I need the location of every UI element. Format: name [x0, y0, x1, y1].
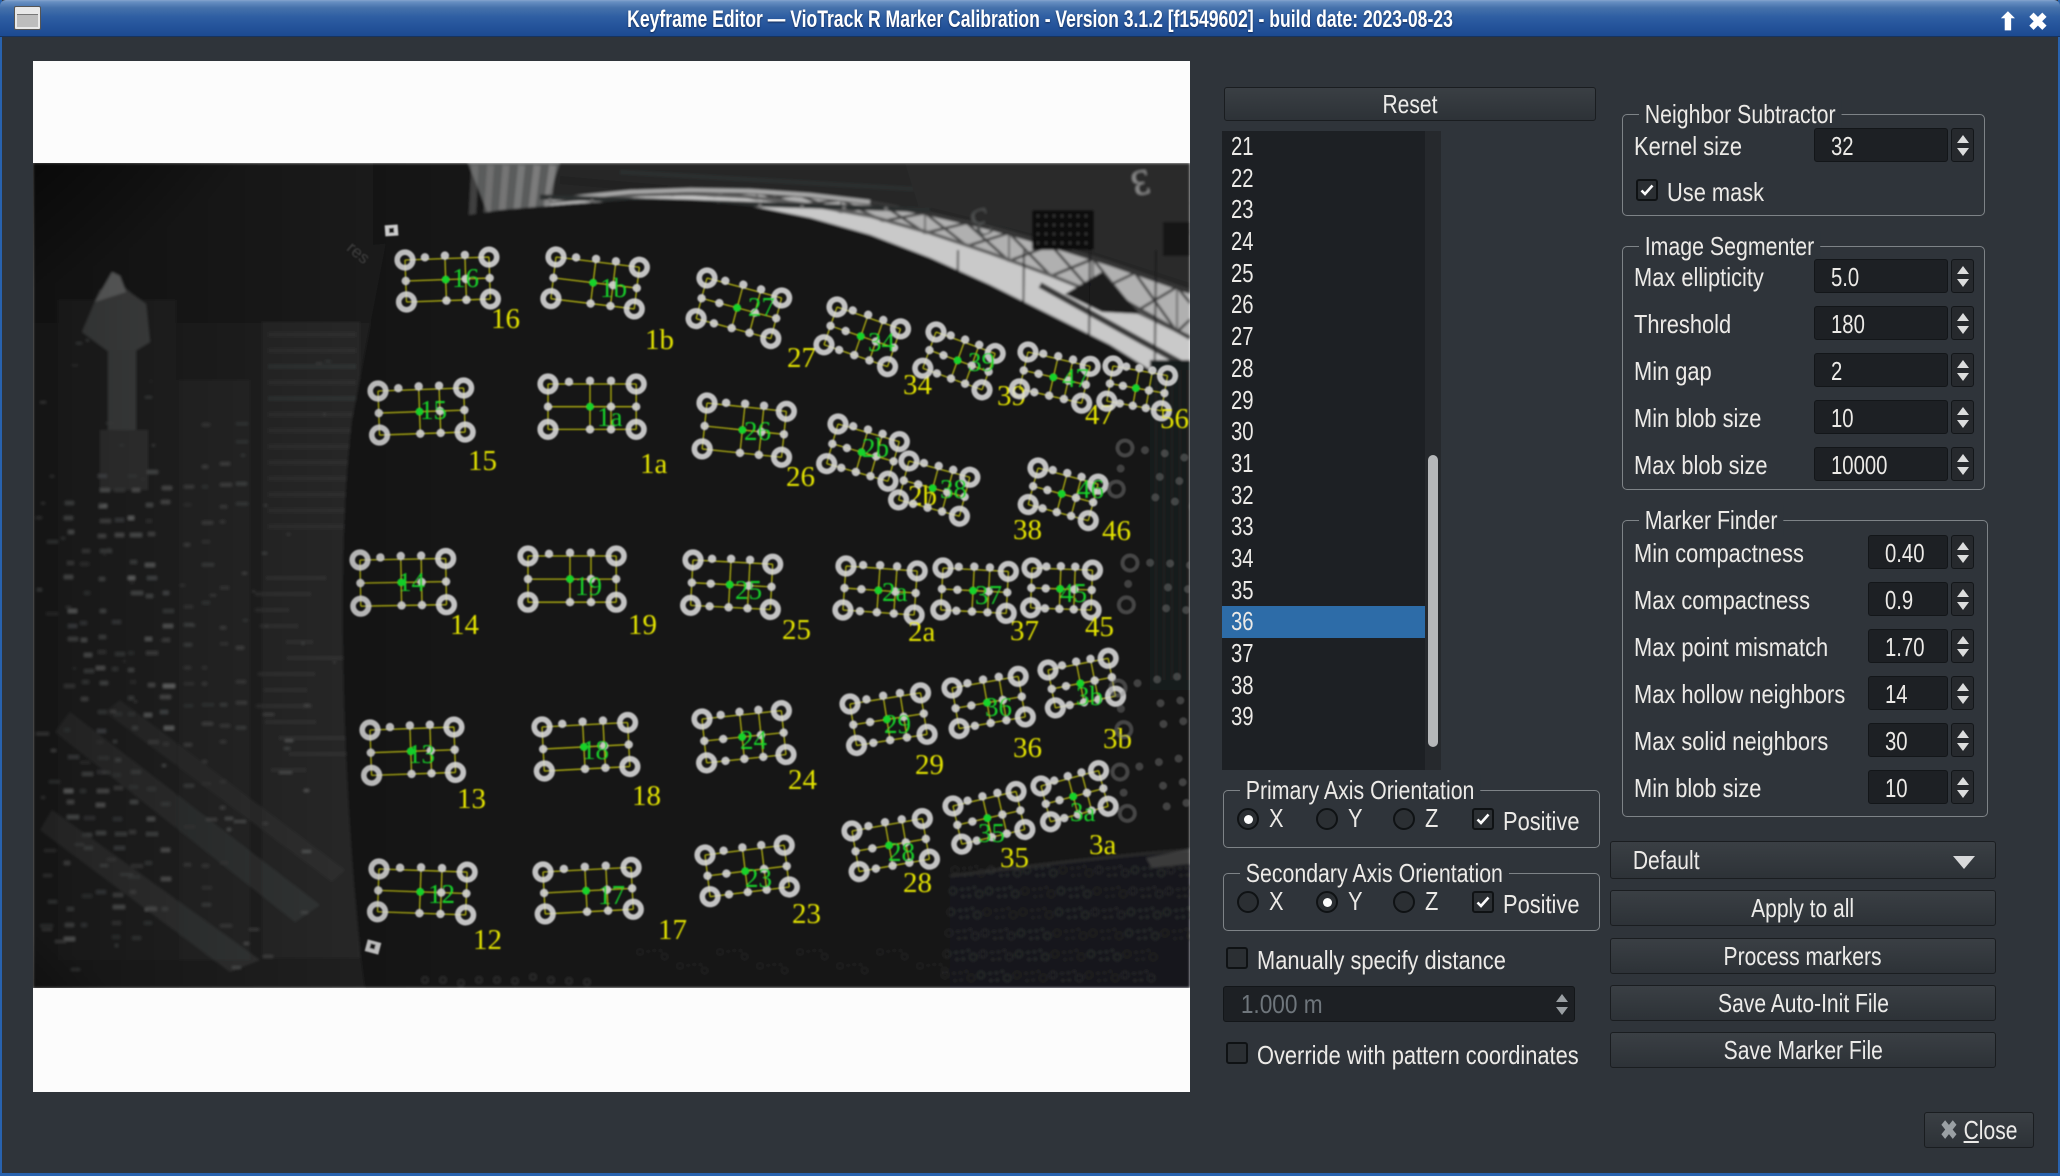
svg-text:28: 28 — [888, 837, 915, 867]
svg-text:23: 23 — [792, 898, 821, 930]
svg-text:34: 34 — [868, 327, 896, 357]
svg-text:24: 24 — [788, 764, 818, 796]
svg-text:28: 28 — [903, 867, 932, 899]
svg-text:24: 24 — [740, 725, 768, 755]
svg-text:27: 27 — [748, 292, 775, 322]
svg-text:26: 26 — [744, 416, 771, 446]
svg-text:37: 37 — [1010, 615, 1039, 647]
svg-text:26: 26 — [786, 461, 815, 493]
svg-text:14: 14 — [450, 609, 480, 641]
svg-text:19: 19 — [628, 609, 657, 641]
svg-text:16: 16 — [491, 303, 520, 335]
svg-text:15: 15 — [468, 445, 497, 477]
svg-text:13: 13 — [457, 783, 486, 815]
svg-text:3b: 3b — [1076, 681, 1103, 711]
svg-text:38: 38 — [940, 474, 967, 504]
svg-text:1b: 1b — [645, 324, 674, 356]
svg-text:36: 36 — [1013, 732, 1042, 764]
svg-text:36: 36 — [985, 692, 1012, 722]
svg-text:18: 18 — [632, 780, 661, 812]
svg-text:1b: 1b — [600, 273, 627, 303]
svg-text:23: 23 — [745, 863, 772, 893]
svg-text:12: 12 — [473, 924, 502, 956]
svg-text:17: 17 — [598, 880, 625, 910]
svg-text:45: 45 — [1060, 578, 1087, 608]
svg-text:17: 17 — [658, 914, 687, 946]
svg-text:46: 46 — [1102, 515, 1131, 547]
svg-text:38: 38 — [1013, 514, 1042, 546]
svg-text:29: 29 — [884, 709, 911, 739]
svg-text:16: 16 — [452, 263, 479, 293]
svg-text:2b: 2b — [862, 433, 889, 463]
svg-text:19: 19 — [575, 571, 602, 601]
svg-text:39: 39 — [968, 347, 995, 377]
svg-text:2a: 2a — [882, 577, 908, 607]
svg-text:47: 47 — [1062, 363, 1089, 393]
svg-text:37: 37 — [975, 580, 1002, 610]
svg-text:29: 29 — [915, 749, 944, 781]
svg-text:25: 25 — [735, 575, 762, 605]
svg-text:45: 45 — [1085, 611, 1114, 643]
svg-text:1a: 1a — [640, 448, 668, 480]
svg-text:18: 18 — [582, 735, 609, 765]
svg-text:3a: 3a — [1070, 797, 1096, 827]
svg-text:2a: 2a — [908, 616, 936, 648]
svg-text:3a: 3a — [1089, 829, 1117, 861]
svg-text:46: 46 — [1077, 474, 1104, 504]
svg-text:56: 56 — [1160, 403, 1189, 435]
svg-text:25: 25 — [782, 614, 811, 646]
svg-text:27: 27 — [787, 342, 816, 374]
svg-text:1a: 1a — [597, 402, 623, 432]
svg-text:35: 35 — [1000, 842, 1029, 874]
